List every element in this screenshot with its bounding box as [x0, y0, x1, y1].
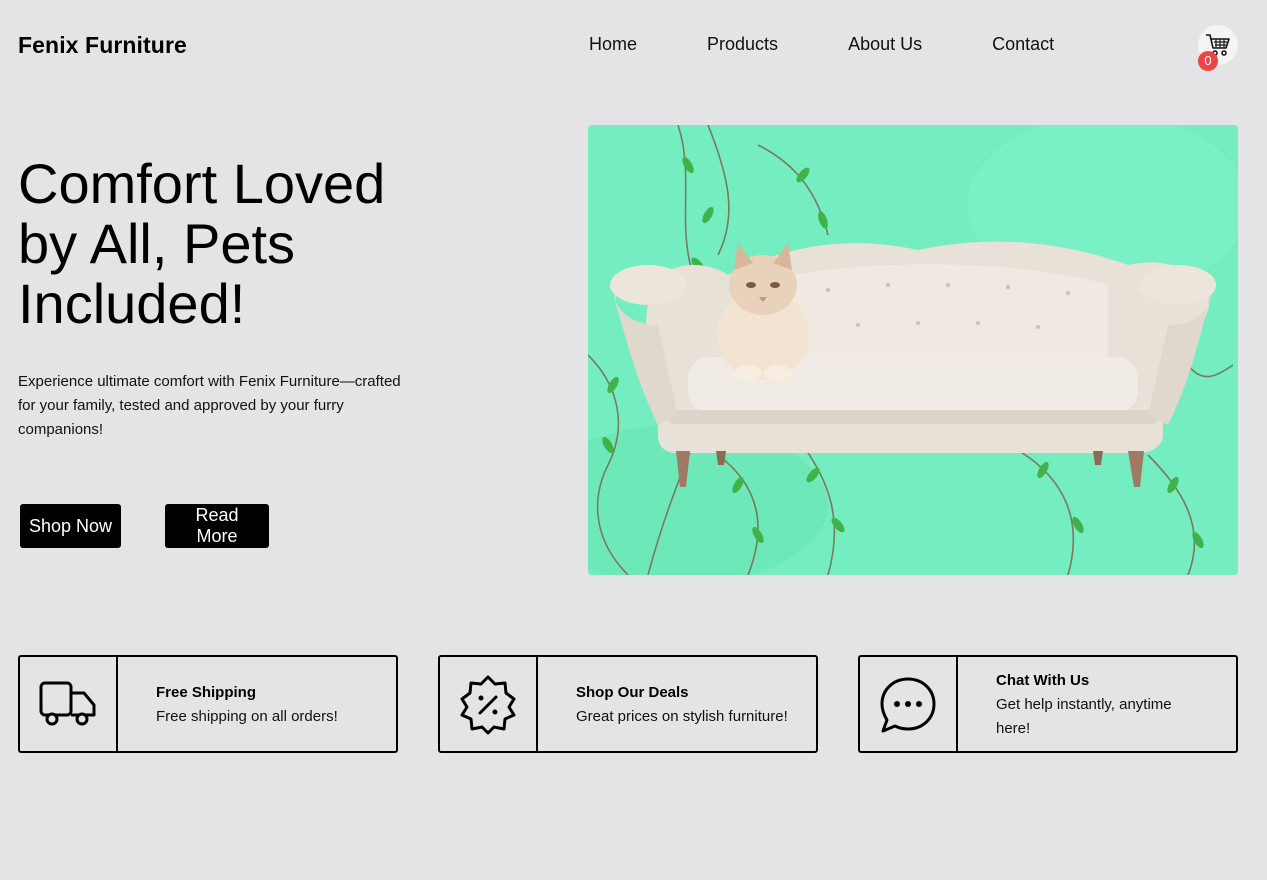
discount-badge-icon	[460, 675, 516, 735]
feature-title: Chat With Us	[996, 672, 1090, 689]
brand-logo[interactable]: Fenix Furniture	[18, 32, 187, 59]
feature-card-free-shipping: Free Shipping Free shipping on all order…	[18, 655, 398, 753]
feature-text: Chat With Us Get help instantly, anytime…	[996, 669, 1206, 741]
nav-products[interactable]: Products	[707, 34, 778, 55]
truck-icon	[39, 681, 96, 726]
feature-icon-box	[440, 657, 538, 751]
shop-now-button[interactable]: Shop Now	[20, 504, 121, 548]
feature-icon-box	[20, 657, 118, 751]
main-nav: Home Products About Us Contact	[589, 34, 1054, 55]
feature-card-chat: Chat With Us Get help instantly, anytime…	[858, 655, 1238, 753]
feature-title: Free Shipping	[156, 684, 257, 701]
hero-description: Experience ultimate comfort with Fenix F…	[18, 373, 401, 438]
feature-description: Great prices on stylish furniture!	[576, 708, 788, 725]
feature-text: Shop Our Deals Great prices on stylish f…	[576, 681, 806, 729]
feature-card-deals: Shop Our Deals Great prices on stylish f…	[438, 655, 818, 753]
feature-icon-box	[860, 657, 958, 751]
sofa-with-cat-illustration	[588, 125, 1238, 575]
feature-text: Free Shipping Free shipping on all order…	[156, 681, 386, 729]
feature-description: Free shipping on all orders!	[156, 708, 338, 725]
chat-bubble-icon	[880, 677, 936, 733]
nav-contact[interactable]: Contact	[992, 34, 1054, 55]
hero-image	[588, 125, 1238, 575]
nav-home[interactable]: Home	[589, 34, 637, 55]
site-header: Fenix Furniture Home Products About Us C…	[0, 0, 1267, 90]
nav-about-us[interactable]: About Us	[848, 34, 922, 55]
read-more-button[interactable]: Read More	[165, 504, 269, 548]
hero-title: Comfort Loved by All, Pets Included!	[18, 152, 386, 335]
feature-description: Get help instantly, anytime here!	[996, 696, 1172, 737]
cart-count-badge: 0	[1198, 51, 1218, 71]
feature-title: Shop Our Deals	[576, 684, 689, 701]
cart-button[interactable]: 0	[1198, 25, 1238, 71]
